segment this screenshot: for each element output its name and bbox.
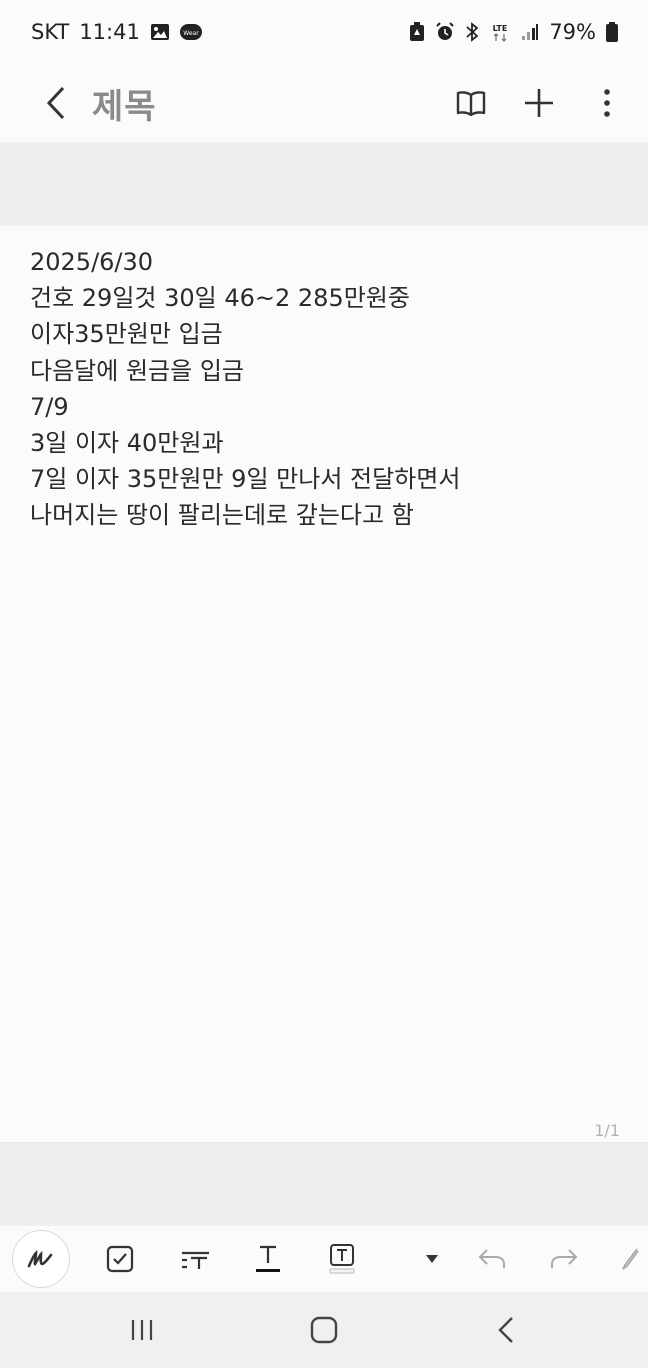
more-options-button[interactable] [590,86,624,120]
note-line: 7/9 [30,392,69,421]
redo-button[interactable] [544,1226,584,1292]
recent-apps-button[interactable] [122,1310,162,1350]
battery-percent: 79% [549,20,596,44]
text-color-icon [256,1245,280,1272]
wear-label: Wear [183,30,199,37]
home-icon [310,1316,338,1344]
clock: 11:41 [79,20,140,44]
undo-icon [478,1249,505,1268]
top-margin-band [0,142,648,226]
redo-icon [551,1249,578,1268]
note-title[interactable]: 제목 [92,79,157,128]
note-line: 건호 29일것 30일 46~2 285만원중 [30,284,410,313]
eraser-icon [622,1248,639,1270]
text-style-button[interactable] [176,1226,216,1292]
status-bar-left: SKT 11:41 Wear [31,20,202,44]
signal-icon [521,23,539,41]
eraser-button[interactable] [614,1226,644,1292]
checkbox-icon [106,1245,134,1273]
note-body[interactable]: 2025/6/30 건호 29일것 30일 46~2 285만원중 이자35만원… [0,226,648,1142]
dropdown-icon [426,1255,438,1263]
note-line: 다음달에 원금을 입금 [30,356,244,385]
note-content[interactable]: 2025/6/30 건호 29일것 30일 46~2 285만원중 이자35만원… [30,244,460,534]
lte-icon: LTE [489,22,511,42]
battery-icon [606,22,618,42]
more-vertical-icon [604,89,610,117]
lte-label: LTE [493,24,508,33]
plus-icon [525,89,553,117]
back-icon [498,1317,513,1343]
note-line: 이자35만원만 입금 [30,320,223,349]
checkbox-button[interactable] [100,1226,140,1292]
text-color-button[interactable] [248,1226,288,1292]
wear-icon: Wear [179,23,202,41]
app-bar: 제목 [0,64,648,142]
text-background-button[interactable] [322,1226,362,1292]
battery-saver-icon [409,22,425,42]
chevron-left-icon [46,86,65,120]
pen-button-circle [12,1230,70,1288]
alarm-icon [435,22,455,42]
system-navigation-bar [0,1292,648,1368]
page-indicator: 1/1 [594,1121,620,1140]
gallery-icon [150,23,170,41]
note-line: 7일 이자 35만원만 9일 만나서 전달하면서 [30,465,461,494]
book-icon [456,91,486,116]
editing-toolbar [0,1226,648,1292]
pen-icon [27,1249,53,1268]
undo-button[interactable] [472,1226,512,1292]
bottom-margin-band [0,1142,648,1227]
system-back-button[interactable] [486,1310,526,1350]
reading-mode-button[interactable] [454,86,488,120]
back-button[interactable] [38,85,74,121]
add-button[interactable] [522,86,556,120]
recent-apps-icon [131,1320,153,1340]
pen-mode-button[interactable] [12,1226,70,1292]
note-line: 3일 이자 40만원과 [30,429,224,458]
home-button[interactable] [304,1310,344,1350]
note-line: 나머지는 땅이 팔리는데로 갚는다고 함 [30,501,414,530]
app-bar-actions [454,86,624,120]
text-background-icon [329,1244,355,1274]
text-style-icon [182,1251,209,1269]
carrier-label: SKT [31,20,70,44]
bluetooth-icon [465,22,479,42]
note-line: 2025/6/30 [30,248,154,276]
status-bar: SKT 11:41 Wear LTE 79% [0,0,648,64]
status-bar-right: LTE 79% [409,20,618,44]
more-tools-dropdown[interactable] [418,1226,446,1292]
